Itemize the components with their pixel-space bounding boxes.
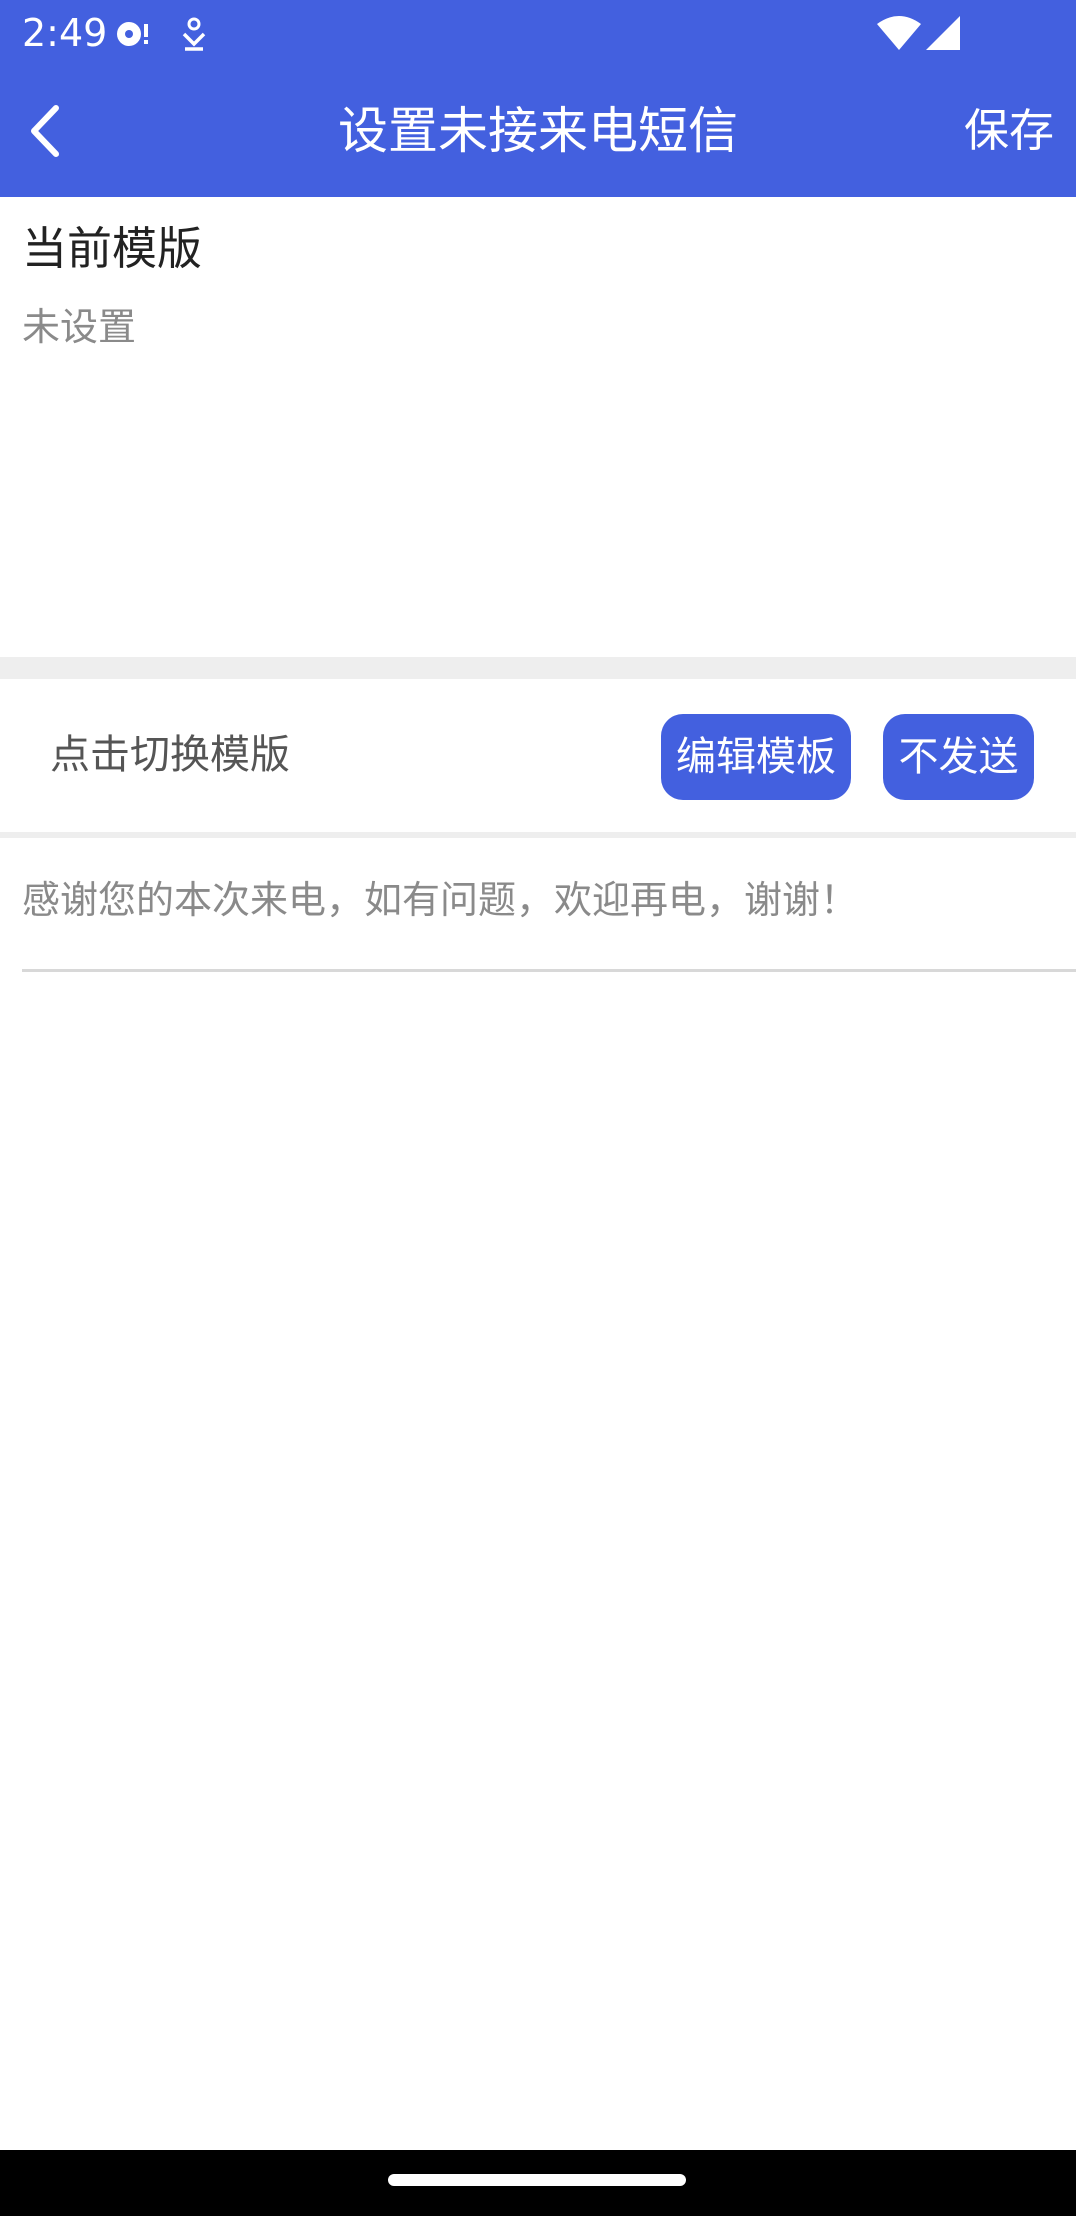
no-send-button[interactable]: 不发送: [883, 714, 1034, 800]
wifi-icon: [876, 14, 922, 54]
status-time: 2:49: [22, 11, 108, 55]
cellular-signal-icon: [924, 14, 962, 52]
current-template-section: 当前模版 未设置: [0, 197, 1076, 657]
row-divider: [0, 832, 1076, 838]
status-bar: 2:49: [0, 0, 1076, 66]
current-template-value: 未设置: [22, 305, 137, 349]
switch-template-row: 点击切换模版 编辑模板 不发送: [0, 679, 1076, 832]
home-indicator[interactable]: [388, 2174, 686, 2186]
top-bar: 2:49 设置未接来电短信 保存: [0, 0, 1076, 197]
app-bar: 设置未接来电短信 保存: [0, 66, 1076, 197]
switch-template-label[interactable]: 点击切换模版: [50, 727, 290, 783]
message-underline: [22, 969, 1076, 972]
edit-template-button[interactable]: 编辑模板: [661, 714, 851, 800]
back-button[interactable]: [14, 96, 76, 166]
media-notification-icon: [112, 14, 152, 54]
save-button[interactable]: 保存: [964, 98, 1054, 164]
section-divider: [0, 657, 1076, 679]
page-title: 设置未接来电短信: [338, 102, 738, 160]
current-template-label: 当前模版: [22, 222, 203, 275]
message-template-item[interactable]: 感谢您的本次来电，如有问题，欢迎再电，谢谢！: [22, 872, 858, 928]
download-notification-icon: [174, 14, 214, 54]
screen: 2:49 设置未接来电短信 保存 当前模版 未设置 点击切换模版 编辑模板 不发…: [0, 0, 1076, 2216]
chevron-left-icon: [14, 96, 76, 166]
navigation-bar: [0, 2150, 1076, 2216]
